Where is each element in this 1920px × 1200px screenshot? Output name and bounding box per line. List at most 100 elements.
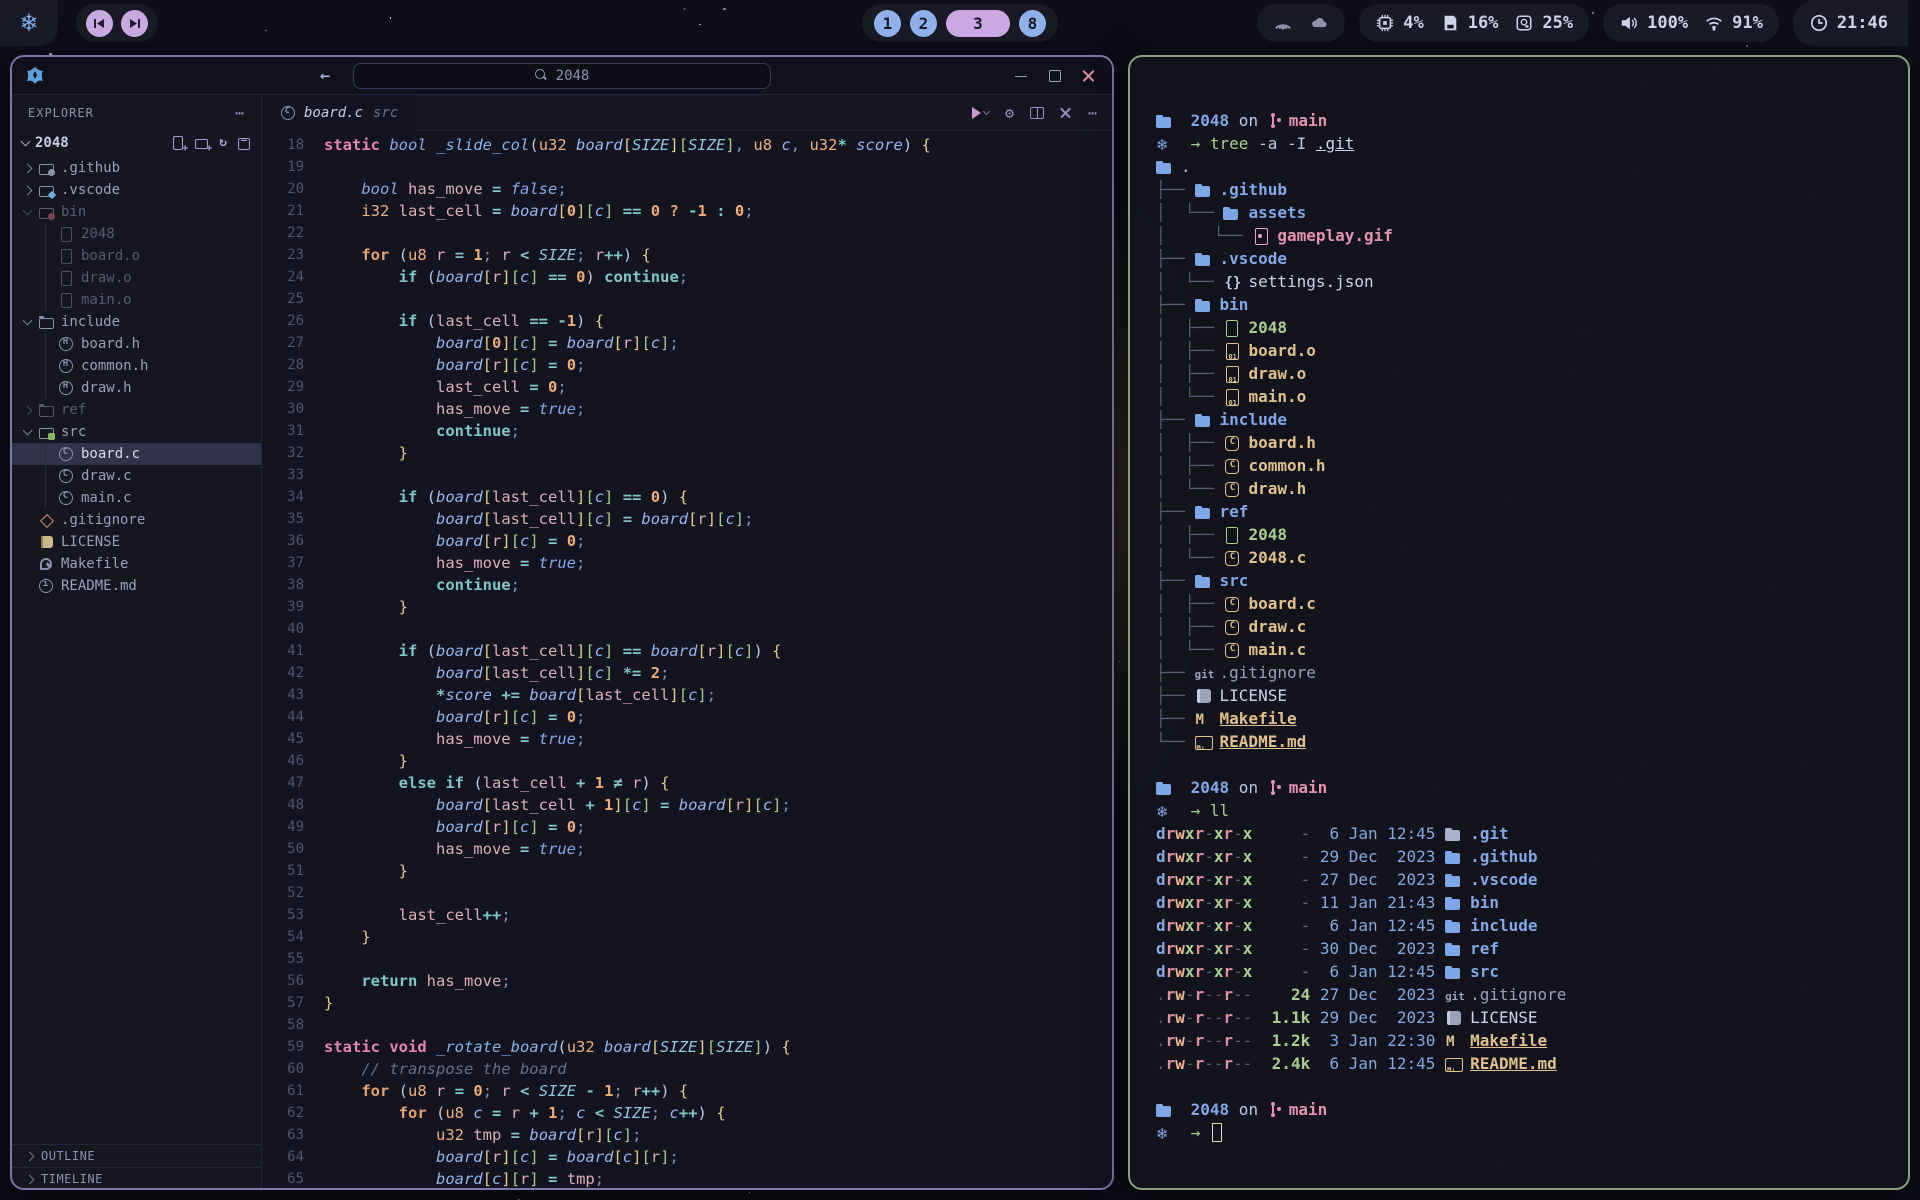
file-icon [58,270,74,286]
volume-stat[interactable]: 100% [1619,13,1688,33]
panel-outline[interactable]: OUTLINE [12,1144,261,1167]
explorer-item-README.md[interactable]: README.md [12,575,261,597]
c-file-icon [280,105,296,121]
nav-back-button[interactable]: ← [320,66,330,86]
code-line-34: 34 if (board[last_cell][c] == 0) { [262,486,1112,508]
refresh-explorer-button[interactable]: ↻ [219,136,227,150]
terminal-M-icon [1195,711,1213,727]
explorer-item-board.o[interactable]: board.o [12,245,261,267]
explorer-item-common.h[interactable]: common.h [12,355,261,377]
line-number: 23 [262,244,324,266]
ram-stat[interactable]: 16% [1440,13,1499,33]
workspace-switcher: 1238 [862,4,1058,42]
explorer-item-ref[interactable]: ref [12,399,261,421]
line-number: 25 [262,288,324,310]
line-number: 29 [262,376,324,398]
code-line-33: 33 [262,464,1112,486]
settings-gear-icon[interactable]: ⚙ [1005,104,1014,122]
disk-stat[interactable]: 25% [1514,13,1573,33]
new-folder-button[interactable] [195,136,209,150]
explorer-item-draw.h[interactable]: draw.h [12,377,261,399]
launcher-button[interactable]: ❄ [0,0,58,46]
root-folder-label: 2048 [35,135,69,151]
explorer-item-.vscode[interactable]: .vscode [12,179,261,201]
code-line-39: 39 } [262,596,1112,618]
editor-more-button[interactable]: ⋯ [1088,104,1098,122]
workspace-3-active[interactable]: 3 [946,10,1010,37]
code-line-40: 40 [262,618,1112,640]
line-number: 30 [262,398,324,420]
terminal-c-icon [1223,550,1241,566]
file-icon [58,248,74,264]
terminal-fo-icon [1195,182,1213,198]
close-editor-button[interactable] [1060,107,1072,119]
line-number: 37 [262,552,324,574]
maximize-button[interactable] [1048,69,1062,83]
explorer-item-include[interactable]: include [12,311,261,333]
code-line-61: 61 for (u8 r = 0; r < SIZE - 1; r++) { [262,1080,1112,1102]
panel-label: TIMELINE [41,1172,103,1186]
cpu-stat[interactable]: 4% [1375,13,1423,33]
explorer-item-draw.o[interactable]: draw.o [12,267,261,289]
close-window-button[interactable] [1082,69,1096,83]
explorer-more-button[interactable]: ⋯ [235,104,245,122]
file-icon [58,446,74,462]
panel-timeline[interactable]: TIMELINE [12,1167,261,1190]
code-line-44: 44 board[r][c] = 0; [262,706,1112,728]
search-icon [535,69,548,82]
tab-board-c[interactable]: board.c src [262,95,416,131]
new-file-button[interactable] [171,136,185,150]
wifi-stat[interactable]: 91% [1704,13,1763,33]
explorer-item-board.h[interactable]: board.h [12,333,261,355]
media-previous-button[interactable] [86,10,113,37]
explorer-item-Makefile[interactable]: Makefile [12,553,261,575]
workspace-8[interactable]: 8 [1019,10,1046,37]
file-icon [58,468,74,484]
file-icon [38,204,54,220]
explorer-item-board.c[interactable]: board.c [12,443,261,465]
explorer-item-2048[interactable]: 2048 [12,223,261,245]
explorer-item-main.c[interactable]: main.c [12,487,261,509]
code-line-19: 19 [262,156,1112,178]
terminal-window[interactable]: 2048 on main → tree -a -I .git.├── .gith… [1128,55,1910,1190]
minimize-button[interactable] [1014,69,1028,83]
explorer-item-main.o[interactable]: main.o [12,289,261,311]
run-dropdown-icon[interactable] [983,107,990,114]
explorer-item-.github[interactable]: .github [12,157,261,179]
collapse-folders-button[interactable] [237,136,251,150]
explorer-item-LICENSE[interactable]: LICENSE [12,531,261,553]
line-number: 33 [262,464,324,486]
split-editor-button[interactable] [1030,107,1044,119]
terminal-content: 2048 on main → tree -a -I .git.├── .gith… [1130,57,1908,1144]
terminal-fo-icon [1445,964,1463,980]
vscode-logo-icon [12,65,58,87]
line-number: 63 [262,1124,324,1146]
explorer-item-bin[interactable]: bin [12,201,261,223]
line-number: 28 [262,354,324,376]
line-number: 21 [262,200,324,222]
terminal-line: drwxr-xr-x - 6 Jan 12:45 .git [1156,822,1908,845]
terminal-fog-icon [1445,826,1463,842]
explorer-item-.gitignore[interactable]: .gitignore [12,509,261,531]
file-label: board.c [81,446,140,462]
code-line-23: 23 for (u8 r = 1; r < SIZE; r++) { [262,244,1112,266]
clock-module[interactable]: 21:46 [1793,0,1908,46]
code-line-38: 38 continue; [262,574,1112,596]
editor-title-bar[interactable]: ← → 2048 [12,57,1112,95]
code-line-32: 32 } [262,442,1112,464]
terminal-line: │ ├── draw.c [1156,615,1908,638]
workspace-2[interactable]: 2 [910,10,937,37]
code-line-24: 24 if (board[r][c] == 0) continue; [262,266,1112,288]
workspace-1[interactable]: 1 [874,10,901,37]
explorer-root-folder[interactable]: 2048 ↻ [12,131,261,155]
media-next-button[interactable] [121,10,148,37]
weather-module[interactable] [1257,4,1345,42]
code-editor-content[interactable]: 18static bool _slide_col(u32 board[SIZE]… [262,131,1112,1190]
explorer-item-draw.c[interactable]: draw.c [12,465,261,487]
terminal-line: │ ├── board.o [1156,339,1908,362]
file-label: board.h [81,336,140,352]
explorer-item-src[interactable]: src [12,421,261,443]
command-center-search[interactable]: 2048 [353,63,771,89]
code-line-52: 52 [262,882,1112,904]
run-code-button[interactable] [972,107,981,119]
